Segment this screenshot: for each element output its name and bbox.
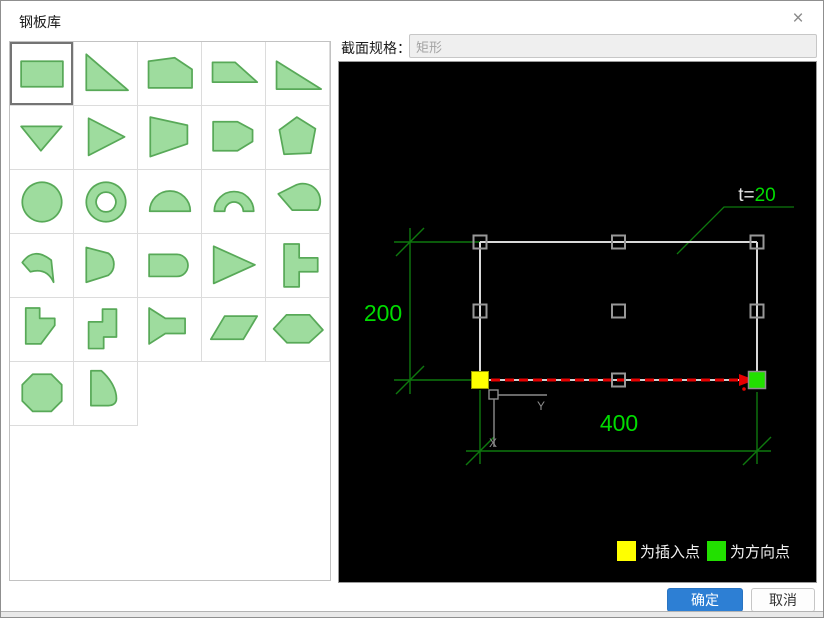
- shape-cell-rectangle[interactable]: [10, 42, 75, 106]
- shape-cell-parallelogram[interactable]: [202, 298, 267, 362]
- shape-cell-circular-segment[interactable]: [266, 170, 331, 234]
- shape-cell-stair-shape[interactable]: [74, 298, 139, 362]
- hexagon-elongated-icon: [272, 313, 324, 344]
- arc-band-icon: [20, 252, 55, 283]
- shape-cell-arc-band[interactable]: [10, 234, 75, 298]
- shape-cell-right-triangle-steep[interactable]: [74, 42, 139, 106]
- ucs-y-label: Y: [537, 399, 545, 413]
- preview-canvas: 200 400 t=20 Y X 为插入点 为方向点: [338, 61, 817, 583]
- shape-cell-pentagon[interactable]: [266, 106, 331, 170]
- dim-width-label: 400: [600, 410, 638, 436]
- shape-cell-tee-right[interactable]: [266, 234, 331, 298]
- shape-cell-top-trapezoid[interactable]: [202, 42, 267, 106]
- tee-right-icon: [283, 242, 319, 288]
- trapezoid-right-icon: [149, 115, 189, 157]
- shape-cell-half-circle[interactable]: [138, 170, 203, 234]
- dialog-title: 钢板库: [19, 14, 61, 30]
- legend: 为插入点 为方向点: [617, 541, 790, 561]
- triangle-right-solid-icon: [212, 244, 256, 284]
- cancel-button[interactable]: 取消: [751, 588, 815, 612]
- grip-handles: [472, 234, 765, 388]
- shape-grid: [10, 42, 331, 426]
- section-rectangle: [479, 241, 758, 381]
- shape-cell-funnel[interactable]: [138, 298, 203, 362]
- ok-button[interactable]: 确定: [667, 588, 743, 612]
- dialog-bottom-edge: [1, 611, 823, 617]
- shape-cell-circle[interactable]: [10, 170, 75, 234]
- rounded-end-rect-icon: [147, 253, 189, 277]
- shape-cell-right-triangle-wide[interactable]: [266, 42, 331, 106]
- rectangle-icon: [19, 59, 64, 88]
- circular-segment-icon: [277, 182, 322, 211]
- curved-wedge-icon: [89, 369, 117, 406]
- legend-direction-label: 为方向点: [730, 544, 790, 561]
- shape-cell-hexagon-right-point[interactable]: [202, 106, 267, 170]
- section-preview-drawing: 200 400 t=20 Y X 为插入点 为方向点: [364, 185, 794, 561]
- circle-icon: [21, 180, 63, 223]
- funnel-icon: [147, 306, 186, 345]
- shape-cell-rounded-end-rect[interactable]: [138, 234, 203, 298]
- close-icon[interactable]: ×: [785, 7, 811, 31]
- bullet-icon: [85, 246, 115, 283]
- shape-cell-triangle-right[interactable]: [74, 106, 139, 170]
- stair-shape-icon: [87, 307, 117, 349]
- shape-cell-half-ring[interactable]: [202, 170, 267, 234]
- triangle-down-icon: [19, 125, 63, 152]
- hexagon-right-point-icon: [212, 120, 254, 152]
- shape-palette: [9, 41, 331, 581]
- insertion-point-marker: [471, 371, 489, 389]
- half-circle-icon: [148, 189, 191, 212]
- shape-cell-triangle-down[interactable]: [10, 106, 75, 170]
- ring-icon: [85, 180, 127, 223]
- shape-cell-triangle-right-solid[interactable]: [202, 234, 267, 298]
- right-triangle-steep-icon: [85, 52, 129, 91]
- shape-cell-hexagon-elongated[interactable]: [266, 298, 331, 362]
- shape-cell-notched-polygon[interactable]: [10, 298, 75, 362]
- shape-cell-chamfered-plate[interactable]: [138, 42, 203, 106]
- direction-point-marker: [747, 370, 767, 390]
- shape-cell-octagon[interactable]: [10, 362, 75, 426]
- right-triangle-wide-icon: [275, 59, 322, 90]
- legend-insert-swatch: [617, 541, 636, 561]
- legend-insert-label: 为插入点: [640, 544, 700, 561]
- ucs-x-label: X: [489, 436, 497, 450]
- shape-cell-curved-wedge[interactable]: [74, 362, 139, 426]
- dim-height-label: 200: [364, 300, 402, 326]
- top-trapezoid-icon: [211, 61, 258, 83]
- section-spec-label: 截面规格：: [341, 40, 411, 56]
- shape-cell-bullet[interactable]: [74, 234, 139, 298]
- direction-arrow: [491, 374, 755, 391]
- chamfered-plate-icon: [147, 56, 193, 89]
- thickness-label: t=20: [738, 185, 776, 206]
- parallelogram-icon: [209, 314, 258, 340]
- shape-cell-trapezoid-right[interactable]: [138, 106, 203, 170]
- shape-cell-ring[interactable]: [74, 170, 139, 234]
- section-spec-input[interactable]: [409, 34, 817, 58]
- thickness-leader-line: [676, 206, 794, 255]
- notched-polygon-icon: [24, 306, 56, 345]
- triangle-right-icon: [87, 116, 126, 156]
- octagon-icon: [20, 372, 63, 412]
- legend-direction-swatch: [707, 541, 726, 561]
- steel-plate-library-dialog: 钢板库 × 截面规格： 200 400: [0, 0, 824, 618]
- pentagon-icon: [278, 115, 317, 155]
- half-ring-icon: [213, 190, 255, 212]
